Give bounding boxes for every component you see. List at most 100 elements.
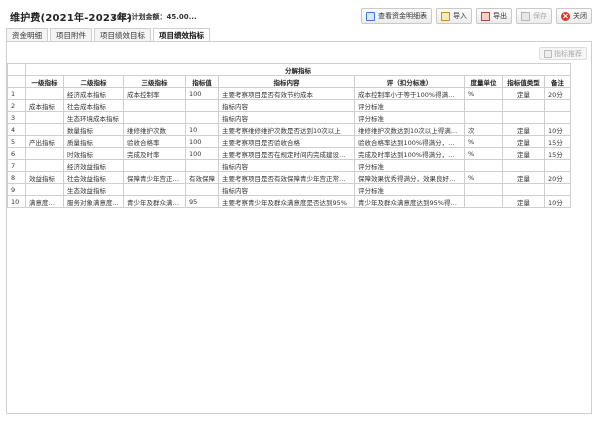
cell-level2[interactable]: 数量指标 <box>63 123 124 136</box>
table-row[interactable]: 2 成本指标 社会成本指标 指标内容 评分标准 <box>7 99 572 112</box>
table-row[interactable]: 9 生态效益指标 指标内容 评分标准 <box>7 183 572 196</box>
save-button[interactable]: 保存 <box>516 8 552 24</box>
cell-unit[interactable] <box>464 111 503 124</box>
cell-scoring[interactable]: 评分标准 <box>354 99 465 112</box>
cell-content[interactable]: 指标内容 <box>218 183 355 196</box>
view-fund-detail-button[interactable]: 查看资金明细表 <box>361 8 432 24</box>
cell-level1[interactable] <box>25 183 64 196</box>
tab-performance-indicators[interactable]: 项目绩效指标 <box>153 28 210 41</box>
cell-content[interactable]: 指标内容 <box>218 99 355 112</box>
cell-unit[interactable]: % <box>464 147 503 160</box>
cell-level3[interactable]: 保障青少年宫正常... <box>123 171 186 184</box>
import-button[interactable]: 导入 <box>436 8 472 24</box>
cell-level1[interactable]: 满意度指标 <box>25 195 64 208</box>
cell-value[interactable]: 100 <box>185 135 219 148</box>
cell-level1[interactable]: 产出指标 <box>25 135 64 148</box>
cell-level3[interactable] <box>123 111 186 124</box>
cell-note[interactable]: 20分 <box>543 171 572 184</box>
cell-level3[interactable]: 验收合格率 <box>123 135 186 148</box>
cell-scoring[interactable]: 成本控制率小于等于100%得满分，... <box>354 87 465 100</box>
tab-fund-detail[interactable]: 资金明细 <box>6 28 48 41</box>
cell-type[interactable]: 定量 <box>502 135 545 148</box>
cell-level1[interactable] <box>25 111 64 124</box>
recommend-indicators-button[interactable]: 指标推荐 <box>539 47 587 60</box>
cell-unit[interactable] <box>464 99 503 112</box>
table-row[interactable]: 7 经济效益指标 指标内容 评分标准 <box>7 159 572 172</box>
cell-level1[interactable] <box>25 147 64 160</box>
table-row[interactable]: 10 满意度指标 服务对象满意度... 青少年及群众满意度 95 主要考察青少年… <box>7 195 572 208</box>
close-button[interactable]: 关闭 <box>556 8 592 24</box>
tab-performance-goals[interactable]: 项目绩效目标 <box>94 28 151 41</box>
cell-type[interactable]: 定量 <box>502 147 545 160</box>
cell-value[interactable] <box>185 111 219 124</box>
cell-unit[interactable]: 次 <box>464 123 503 136</box>
cell-scoring[interactable]: 完成及时率达到100%得满分，每下... <box>354 147 465 160</box>
cell-type[interactable] <box>502 159 545 172</box>
tab-attachments[interactable]: 项目附件 <box>50 28 92 41</box>
cell-unit[interactable]: % <box>464 87 503 100</box>
cell-unit[interactable] <box>464 183 503 196</box>
cell-scoring[interactable]: 评分标准 <box>354 111 465 124</box>
cell-content[interactable]: 指标内容 <box>218 159 355 172</box>
cell-scoring[interactable]: 评分标准 <box>354 183 465 196</box>
cell-level2[interactable]: 质量指标 <box>63 135 124 148</box>
cell-content[interactable]: 指标内容 <box>218 111 355 124</box>
cell-level3[interactable] <box>123 99 186 112</box>
cell-type[interactable]: 定量 <box>502 87 545 100</box>
cell-level2[interactable]: 生态环境成本指标 <box>63 111 124 124</box>
table-row[interactable]: 4 数量指标 维修维护次数 10 主要考察维修维护次数是否达到10次以上 维修维… <box>7 123 572 136</box>
cell-value[interactable] <box>185 99 219 112</box>
table-row[interactable]: 1 经济成本指标 成本控制率 100 主要考察项目是否有效节约成本 成本控制率小… <box>7 87 572 100</box>
cell-type[interactable]: 定量 <box>502 123 545 136</box>
cell-level3[interactable]: 成本控制率 <box>123 87 186 100</box>
cell-scoring[interactable]: 验收合格率达到100%得满分，每下... <box>354 135 465 148</box>
cell-level3[interactable]: 维修维护次数 <box>123 123 186 136</box>
cell-level2[interactable]: 社会成本指标 <box>63 99 124 112</box>
cell-level2[interactable]: 生态效益指标 <box>63 183 124 196</box>
cell-content[interactable]: 主要考察青少年及群众满意度是否达到95% <box>218 195 355 208</box>
cell-value[interactable]: 100 <box>185 147 219 160</box>
cell-value[interactable]: 100 <box>185 87 219 100</box>
cell-level3[interactable]: 完成及时率 <box>123 147 186 160</box>
cell-content[interactable]: 主要考察项目是否有效节约成本 <box>218 87 355 100</box>
table-row[interactable]: 8 效益指标 社会效益指标 保障青少年宫正常... 有效保障 主要考察项目是否有… <box>7 171 572 184</box>
table-row[interactable]: 5 产出指标 质量指标 验收合格率 100 主要考察项目是否验收合格 验收合格率… <box>7 135 572 148</box>
cell-note[interactable] <box>543 111 572 124</box>
cell-level2[interactable]: 时效指标 <box>63 147 124 160</box>
cell-note[interactable] <box>543 159 572 172</box>
cell-level2[interactable]: 经济成本指标 <box>63 87 124 100</box>
cell-scoring[interactable]: 青少年及群众满意度达到95%得满... <box>354 195 465 208</box>
cell-type[interactable] <box>502 99 545 112</box>
cell-level1[interactable] <box>25 123 64 136</box>
cell-content[interactable]: 主要考察项目是否在规定时间内完成建设与... <box>218 147 355 160</box>
table-row[interactable]: 6 时效指标 完成及时率 100 主要考察项目是否在规定时间内完成建设与... … <box>7 147 572 160</box>
cell-value[interactable]: 有效保障 <box>185 171 219 184</box>
cell-level3[interactable]: 青少年及群众满意度 <box>123 195 186 208</box>
cell-scoring[interactable]: 保障效果优秀得满分，效果良好得1... <box>354 171 465 184</box>
cell-scoring[interactable]: 维修维护次数达到10次以上得满分... <box>354 123 465 136</box>
cell-unit[interactable] <box>464 195 503 208</box>
table-row[interactable]: 3 生态环境成本指标 指标内容 评分标准 <box>7 111 572 124</box>
cell-value[interactable]: 10 <box>185 123 219 136</box>
cell-level1[interactable] <box>25 159 64 172</box>
cell-value[interactable]: 95 <box>185 195 219 208</box>
cell-note[interactable]: 15分 <box>543 135 572 148</box>
cell-type[interactable] <box>502 111 545 124</box>
cell-scoring[interactable]: 评分标准 <box>354 159 465 172</box>
cell-level1[interactable]: 成本指标 <box>25 99 64 112</box>
cell-level3[interactable] <box>123 159 186 172</box>
cell-type[interactable]: 定量 <box>502 171 545 184</box>
cell-level2[interactable]: 服务对象满意度... <box>63 195 124 208</box>
cell-note[interactable] <box>543 183 572 196</box>
cell-value[interactable] <box>185 183 219 196</box>
cell-type[interactable] <box>502 183 545 196</box>
cell-unit[interactable]: % <box>464 135 503 148</box>
cell-level2[interactable]: 经济效益指标 <box>63 159 124 172</box>
cell-unit[interactable]: % <box>464 171 503 184</box>
cell-level3[interactable] <box>123 183 186 196</box>
cell-value[interactable] <box>185 159 219 172</box>
cell-content[interactable]: 主要考察维修维护次数是否达到10次以上 <box>218 123 355 136</box>
cell-note[interactable]: 10分 <box>543 195 572 208</box>
cell-note[interactable]: 10分 <box>543 123 572 136</box>
cell-note[interactable] <box>543 99 572 112</box>
